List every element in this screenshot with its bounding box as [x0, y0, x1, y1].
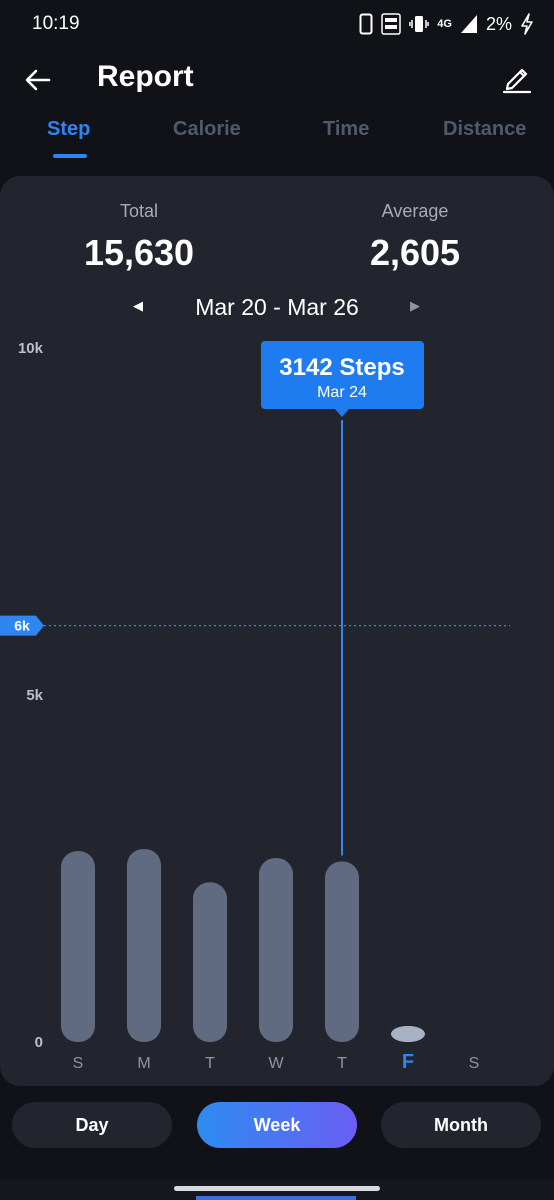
- bar: [259, 858, 293, 1042]
- period-selector: Day Week Month: [0, 1102, 554, 1148]
- y-tick-label: 10k: [18, 340, 44, 357]
- tab-distance[interactable]: Distance: [443, 118, 526, 141]
- bar: [127, 849, 161, 1042]
- page-title: Report: [97, 60, 194, 93]
- bar: [61, 851, 95, 1042]
- x-tick-label: S: [73, 1055, 84, 1072]
- volte-icon: [381, 13, 402, 35]
- tab-time[interactable]: Time: [323, 118, 369, 141]
- x-tick-label: T: [205, 1055, 215, 1072]
- app-header: Report: [0, 52, 554, 108]
- status-time: 10:19: [32, 13, 80, 34]
- status-icons: 4G 2%: [359, 13, 534, 35]
- charging-icon: [521, 13, 533, 35]
- back-button[interactable]: [22, 64, 54, 96]
- report-card: Total 15,630 Average 2,605 ◀ Mar 20 - Ma…: [0, 176, 554, 1086]
- goal-label: 6k: [14, 618, 30, 634]
- metric-tabs: Step Calorie Time Distance: [0, 112, 554, 160]
- x-tick-label: M: [137, 1055, 150, 1072]
- tooltip-pointer: [335, 409, 349, 417]
- battery-level: 2%: [485, 13, 512, 34]
- month-button[interactable]: Month: [381, 1102, 541, 1148]
- y-tick-label: 5k: [26, 687, 43, 704]
- x-tick-label: F: [402, 1051, 414, 1073]
- arrow-left-icon: [25, 69, 51, 91]
- day-button[interactable]: Day: [12, 1102, 172, 1148]
- steps-chart[interactable]: 0 5k 10k 6k 3142 Steps Mar 24 S M T W T F S: [0, 176, 554, 1086]
- network-type: 4G: [437, 18, 452, 30]
- signal-icon: [460, 15, 477, 33]
- home-indicator[interactable]: [174, 1186, 380, 1191]
- active-tab-indicator: [53, 154, 87, 158]
- tooltip-value: 3142 Steps: [279, 354, 404, 381]
- tooltip-date: Mar 24: [317, 384, 367, 401]
- x-tick-label: T: [337, 1055, 347, 1072]
- pencil-icon: [502, 68, 532, 94]
- bar: [391, 1026, 425, 1042]
- tab-calorie[interactable]: Calorie: [173, 118, 241, 141]
- phone-icon: [359, 13, 373, 35]
- status-bar: 10:19 4G 2%: [0, 0, 554, 48]
- edit-button[interactable]: [502, 62, 534, 96]
- tab-step[interactable]: Step: [47, 118, 90, 141]
- x-tick-label: W: [268, 1055, 284, 1072]
- bar: [325, 861, 359, 1042]
- bottom-edge-highlight: [196, 1196, 356, 1200]
- vibrate-icon: [409, 16, 430, 32]
- week-button[interactable]: Week: [197, 1102, 357, 1148]
- y-tick-label: 0: [35, 1034, 43, 1051]
- x-tick-label: S: [469, 1055, 480, 1072]
- bar: [193, 882, 227, 1042]
